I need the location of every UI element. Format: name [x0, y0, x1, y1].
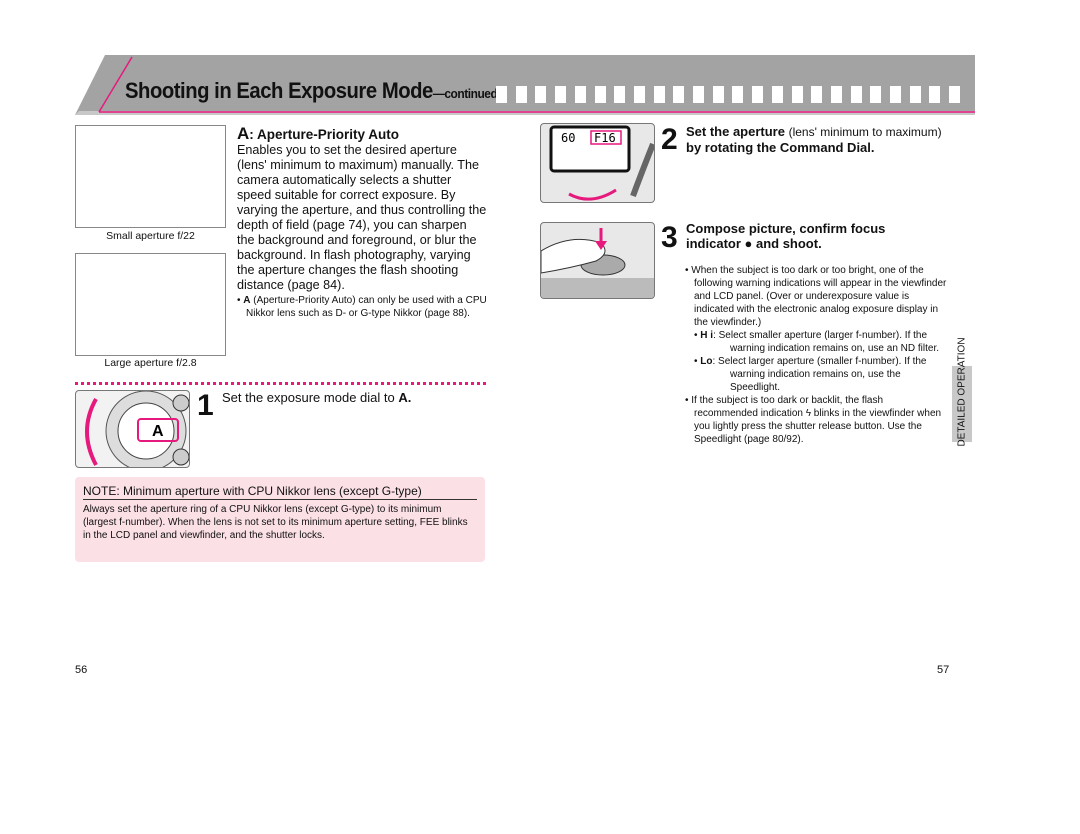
- note-title: NOTE: Minimum aperture with CPU Nikkor l…: [83, 484, 477, 500]
- page-number-left: 56: [75, 664, 88, 676]
- lcd-panel-illustration: 60 F16: [540, 123, 655, 203]
- mode-section: A: Aperture-Priority Auto Enables you to…: [237, 125, 487, 320]
- lcd-shutter: 60: [561, 131, 575, 145]
- photo-caption: Small aperture f/22: [106, 230, 195, 242]
- title-suffix: —continued: [432, 86, 498, 101]
- header-square: [752, 86, 764, 103]
- hi-code: H i: [700, 330, 714, 341]
- note-text: (Aperture-Priority Auto) can only be use…: [246, 295, 487, 319]
- header-square: [693, 86, 704, 103]
- photo-caption: Large aperture f/2.8: [104, 357, 197, 369]
- bullet-hi: • H i: Select smaller aperture (larger f…: [694, 330, 939, 354]
- lo-text: : Select larger aperture (smaller f-numb…: [712, 356, 927, 393]
- note-box: NOTE: Minimum aperture with CPU Nikkor l…: [75, 477, 485, 562]
- mode-dial-illustration: A: [75, 390, 190, 468]
- page-number-right: 57: [937, 664, 950, 676]
- header-square: [535, 86, 547, 103]
- step-text: Set the exposure mode dial to A.: [222, 390, 411, 405]
- header-square: [929, 86, 941, 103]
- note-letter: A: [243, 295, 251, 306]
- header-square: [771, 86, 783, 103]
- photo-large-aperture: [75, 253, 226, 356]
- header-square: [791, 86, 803, 103]
- header-square: [515, 86, 527, 103]
- step-number: 1: [197, 389, 214, 422]
- header-square: [574, 86, 586, 103]
- header-square: [870, 86, 882, 103]
- header-square: [830, 86, 842, 103]
- bullet: • When the subject is too dark or too br…: [685, 265, 947, 328]
- step-text: Compose picture, confirm focus indicator…: [686, 221, 886, 251]
- header-square: [949, 86, 961, 103]
- lcd-aperture: F16: [594, 131, 616, 145]
- header-square: [909, 86, 921, 103]
- section-body: Enables you to set the desired aperture …: [237, 143, 487, 292]
- bullet-text: If the subject is too dark or backlit, t…: [691, 395, 942, 445]
- step2-text-b: by rotating the Command Dial.: [686, 140, 875, 155]
- step-text: Set the aperture (lens' minimum to maxim…: [686, 124, 956, 155]
- photo-small-aperture: [75, 125, 226, 228]
- page-title: Shooting in Each Exposure Mode—continued: [125, 78, 498, 104]
- header-square: [614, 86, 626, 103]
- step-number: 2: [661, 123, 678, 156]
- header-square: [496, 86, 507, 103]
- header-square: [673, 86, 685, 103]
- header-square: [633, 86, 645, 103]
- lo-code: Lo: [700, 356, 713, 367]
- warning-bullets: • When the subject is too dark or too br…: [685, 264, 947, 446]
- header-square: [811, 86, 823, 103]
- step1-letter: A.: [398, 390, 412, 405]
- header-square: [594, 86, 606, 103]
- section-note: • A (Aperture-Priority Auto) can only be…: [237, 295, 487, 319]
- step2-paren: (lens' minimum to maximum): [788, 125, 942, 139]
- header-square: [732, 86, 744, 103]
- step1-text: Set the exposure mode dial to: [222, 390, 399, 405]
- side-tab: DETAILED OPERATION: [952, 337, 972, 447]
- side-tab-label: DETAILED OPERATION: [956, 337, 968, 447]
- mode-letter: A: [237, 124, 250, 143]
- shutter-release-illustration: [540, 222, 655, 299]
- dotted-divider: [75, 382, 486, 385]
- bullet-text: When the subject is too dark or too brig…: [691, 265, 947, 328]
- svg-text:A: A: [152, 423, 164, 440]
- header-square: [850, 86, 862, 103]
- header-square: [653, 86, 665, 103]
- header-square: [712, 86, 724, 103]
- note-body: Always set the aperture ring of a CPU Ni…: [83, 504, 468, 541]
- header-square: [890, 86, 901, 103]
- heading-text: : Aperture-Priority Auto: [249, 127, 400, 142]
- title-text: Shooting in Each Exposure Mode: [125, 78, 433, 103]
- bullet: • If the subject is too dark or backlit,…: [685, 395, 942, 445]
- section-heading: A: Aperture-Priority Auto: [237, 125, 487, 143]
- bullet-lo: • Lo: Select larger aperture (smaller f-…: [694, 356, 927, 393]
- header-square: [555, 86, 567, 103]
- hi-text: : Select smaller aperture (larger f-numb…: [713, 330, 939, 354]
- step2-text-a: Set the aperture: [686, 124, 789, 139]
- step-number: 3: [661, 221, 678, 254]
